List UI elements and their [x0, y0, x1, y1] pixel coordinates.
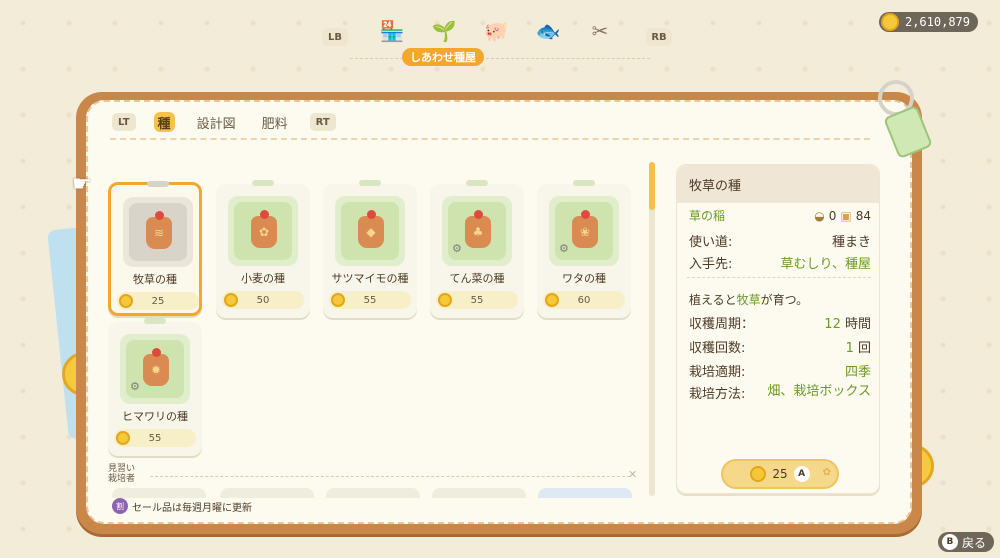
paw-icon: ✿: [822, 467, 831, 478]
grid-scrollbar[interactable]: [649, 162, 655, 496]
item-image: ≋: [123, 197, 193, 267]
gold-counter: 2,610,879: [878, 12, 978, 32]
item-tabs: LT 種 設計図 肥料 RT: [112, 112, 354, 132]
item-card[interactable]: ♣ ⚙ てん菜の種 55: [430, 180, 524, 318]
a-button-icon: A: [793, 466, 810, 482]
next-row-card[interactable]: [112, 488, 206, 498]
harvest-count-row: 収穫回数: 1 回: [689, 341, 871, 356]
next-row-card[interactable]: [432, 488, 526, 498]
item-image: ◆: [335, 196, 405, 266]
locked-icon: ⚙: [130, 380, 140, 393]
item-detail-panel: 牧草の種 草の稲 ◒ 0 ▣ 84 使い道: 種まき 入手先: 草むしり、種屋 植えると…: [676, 164, 880, 494]
tab-divider: [110, 138, 870, 140]
product-row: 草の稲 ◒ 0 ▣ 84: [689, 208, 871, 224]
title-divider: [350, 58, 650, 59]
description: 植えると 牧草 が育つ。: [689, 293, 809, 307]
seed-bag-icon: ✿: [251, 210, 277, 248]
coin-icon: [331, 293, 345, 307]
item-card[interactable]: ❀ ⚙ ワタの種 60: [537, 180, 631, 318]
season-row: 栽培適期: 四季: [689, 365, 871, 380]
item-card[interactable]: ≋ 牧草の種 25: [108, 181, 202, 316]
harvest-cycle-row: 収穫周期： 12 時間: [689, 317, 871, 332]
close-icon[interactable]: ✕: [628, 468, 637, 481]
item-image: ✿: [228, 196, 298, 266]
gold-amount: 2,610,879: [904, 15, 970, 29]
seed-bag-icon: ≋: [146, 211, 172, 249]
item-price: 55: [436, 291, 518, 309]
back-button[interactable]: B 戻る: [937, 532, 994, 552]
rb-button[interactable]: RB: [646, 28, 672, 46]
rt-button[interactable]: RT: [309, 113, 336, 131]
next-row-card[interactable]: [538, 488, 632, 498]
item-price: 50: [222, 291, 304, 309]
box-icon: ▣: [840, 208, 852, 223]
lb-button[interactable]: LB: [322, 28, 348, 46]
coin-icon: [438, 293, 452, 307]
card-tab: [147, 181, 169, 187]
item-price: 60: [543, 291, 625, 309]
sale-badge-icon: 割: [112, 498, 128, 514]
method-row: 栽培方法: 畑、栽培ボックス: [689, 384, 871, 402]
pointer-hand-icon: ☛: [72, 172, 92, 197]
seed-bag-icon: ❀: [572, 210, 598, 248]
item-name: ワタの種: [562, 272, 606, 285]
sale-note: 割 セール品は毎週月曜に更新: [112, 498, 252, 514]
item-price: 25: [117, 292, 199, 310]
item-card[interactable]: ◆ サツマイモの種 55: [323, 180, 417, 318]
item-image: ✹ ⚙: [120, 334, 190, 404]
source-row: 入手先: 草むしり、種屋: [689, 257, 871, 272]
tools-icon[interactable]: ✂: [586, 18, 614, 44]
tab-seeds[interactable]: 種: [153, 112, 175, 132]
item-name: 小麦の種: [241, 272, 285, 285]
card-tab: [466, 180, 488, 186]
buy-button[interactable]: 25 A ✿: [721, 459, 839, 489]
seed-bag-icon: ✹: [143, 348, 169, 386]
coin-icon: [545, 293, 559, 307]
category-nav: LB 🏪 🌱 🐖 🐟 ✂ RB しあわせ種屋 2,610,879: [0, 0, 1000, 70]
store-icon[interactable]: 🏪: [378, 18, 406, 44]
bag-icon: ◒: [814, 208, 825, 223]
locked-icon: ⚙: [559, 242, 569, 255]
section-divider: [150, 476, 630, 477]
pig-icon[interactable]: 🐖: [482, 18, 510, 44]
item-price: 55: [114, 429, 196, 447]
b-button-icon: B: [941, 534, 958, 550]
item-card[interactable]: ✿ 小麦の種 50: [216, 180, 310, 318]
next-row-card[interactable]: [326, 488, 420, 498]
coin-icon: [119, 294, 133, 308]
locked-icon: ⚙: [452, 242, 462, 255]
item-image: ❀ ⚙: [549, 196, 619, 266]
coin-icon: [224, 293, 238, 307]
shop-title: しあわせ種屋: [402, 48, 484, 66]
product-name: 草の稲: [689, 209, 726, 223]
card-tab: [144, 318, 166, 324]
coin-icon: [880, 13, 899, 31]
item-price: 55: [329, 291, 411, 309]
usage-row: 使い道: 種まき: [689, 235, 871, 250]
item-name: ヒマワリの種: [122, 410, 188, 423]
detail-divider: [687, 277, 871, 278]
item-card[interactable]: ✹ ⚙ ヒマワリの種 55: [108, 318, 202, 456]
seed-bag-icon: ◆: [358, 210, 384, 248]
fish-icon[interactable]: 🐟: [534, 18, 562, 44]
item-name: 牧草の種: [133, 273, 177, 286]
tab-fertilizer[interactable]: 肥料: [258, 112, 292, 132]
sprout-icon[interactable]: 🌱: [430, 18, 458, 44]
detail-title: 牧草の種: [677, 165, 879, 203]
coin-icon: [750, 466, 767, 482]
seed-bag-icon: ♣: [465, 210, 491, 248]
lt-button[interactable]: LT: [112, 113, 136, 131]
scroll-thumb[interactable]: [649, 162, 655, 210]
item-grid: ≋ 牧草の種 25 ✿ 小麦の種 50 ◆ サツマイモの種 55 ♣ ⚙ てん菜の…: [108, 180, 638, 462]
coin-icon: [116, 431, 130, 445]
item-name: てん菜の種: [449, 272, 505, 285]
tab-blueprints[interactable]: 設計図: [193, 112, 240, 132]
card-tab: [252, 180, 274, 186]
next-row-card[interactable]: [220, 488, 314, 498]
item-image: ♣ ⚙: [442, 196, 512, 266]
section-label: 見習い 栽培者: [108, 464, 136, 484]
item-name: サツマイモの種: [331, 272, 409, 285]
card-tab: [359, 180, 381, 186]
card-tab: [573, 180, 595, 186]
